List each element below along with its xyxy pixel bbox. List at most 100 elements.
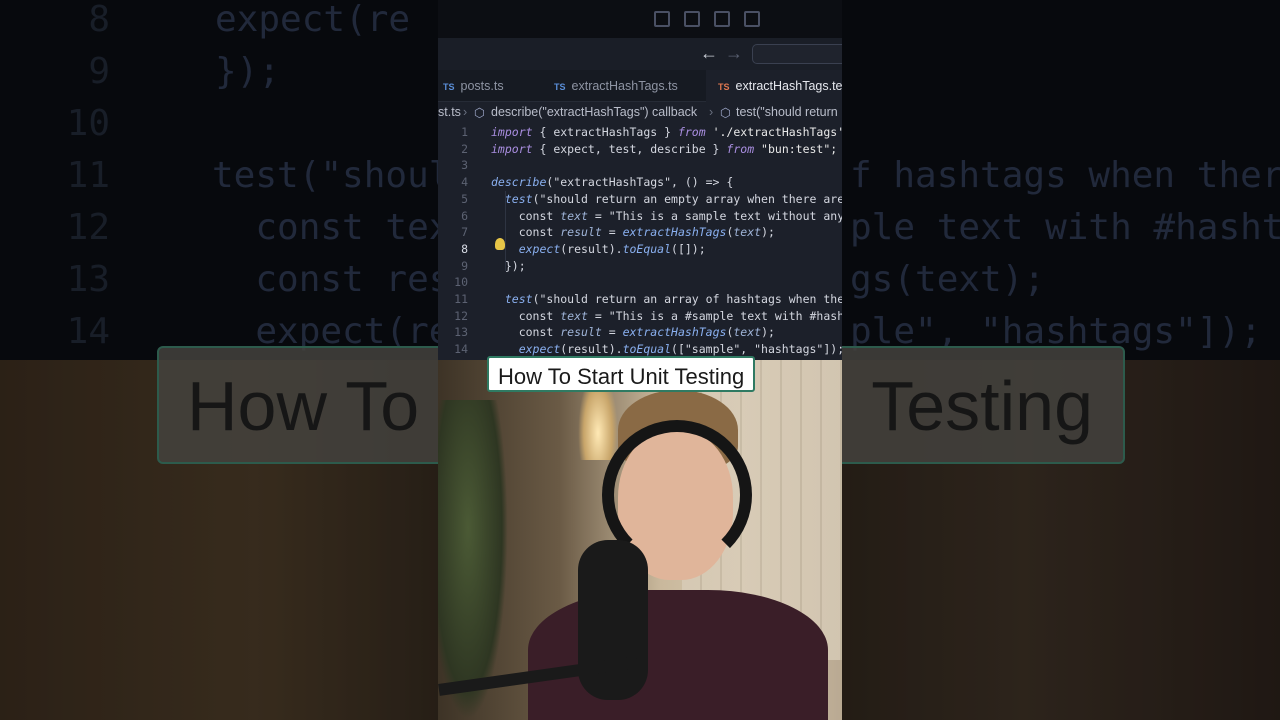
webcam-video bbox=[438, 360, 842, 720]
code-token: text bbox=[560, 208, 588, 223]
code-token: const bbox=[491, 208, 561, 223]
code-line[interactable]: 12 const text = "This is a #sample text … bbox=[438, 309, 842, 326]
code-line[interactable]: 11 test("should return an array of hasht… bbox=[438, 292, 842, 309]
code-line[interactable]: 6 const text = "This is a sample text wi… bbox=[438, 209, 842, 226]
plaid-shirt bbox=[528, 590, 828, 720]
line-number: 12 bbox=[454, 308, 468, 323]
line-number: 5 bbox=[461, 191, 468, 206]
code-text: const result = extractHashTags(text); bbox=[491, 325, 775, 339]
breadcrumb-describe[interactable]: describe("extractHashTags") callback bbox=[491, 105, 697, 119]
back-arrow-icon[interactable]: ← bbox=[700, 43, 718, 64]
code-token: { expect, test, describe } bbox=[532, 141, 727, 156]
code-text: describe("extractHashTags", () => { bbox=[491, 175, 733, 189]
editor-title-bar bbox=[438, 0, 842, 38]
line-number: 7 bbox=[461, 225, 468, 240]
code-token: describe bbox=[491, 175, 547, 190]
line-number: 3 bbox=[461, 158, 468, 173]
line-number: 2 bbox=[461, 141, 468, 156]
typescript-icon: TS bbox=[443, 82, 455, 92]
code-token: { extractHashTags } bbox=[532, 125, 678, 139]
symbol-method-icon: ⬡ bbox=[474, 106, 485, 120]
code-line[interactable]: 4 describe("extractHashTags", () => { bbox=[438, 175, 842, 192]
code-token: expect bbox=[518, 241, 561, 256]
code-token: result bbox=[560, 225, 602, 240]
code-line[interactable]: 5 test("should return an empty array whe… bbox=[438, 192, 842, 209]
chevron-right-icon: › bbox=[709, 105, 714, 119]
typescript-icon: TS bbox=[718, 82, 730, 92]
video-frame: 8 expect(re 9}); 10 11 test("shoul f hashtags … bbox=[0, 0, 1280, 720]
code-line[interactable]: 9 }); bbox=[438, 259, 842, 276]
typescript-icon: TS bbox=[554, 82, 566, 92]
code-token: (["sample", "hashtags"]); bbox=[671, 342, 842, 357]
code-token: (result). bbox=[560, 241, 623, 256]
code-text: import { extractHashTags } from './extra… bbox=[491, 125, 842, 139]
line-number: 10 bbox=[454, 275, 468, 290]
code-line[interactable]: 13 const result = extractHashTags(text); bbox=[438, 325, 842, 342]
code-token: (result). bbox=[560, 342, 623, 357]
tab-label: posts.ts bbox=[460, 79, 504, 93]
code-token: = bbox=[601, 325, 623, 340]
tab-posts[interactable]: TS posts.ts bbox=[443, 70, 548, 102]
line-number: 1 bbox=[461, 125, 468, 139]
code-token: ); bbox=[761, 225, 775, 240]
code-line[interactable]: 3 bbox=[438, 158, 842, 175]
breadcrumb: st.ts › ⬡ describe("extractHashTags") ca… bbox=[438, 102, 842, 122]
code-token: "bun:test"; bbox=[754, 141, 838, 156]
customize-layout-icon[interactable] bbox=[744, 11, 760, 27]
line-number: 6 bbox=[461, 208, 468, 223]
code-token: './extractHashTags'; bbox=[705, 125, 842, 139]
code-text: const text = "This is a sample text with… bbox=[491, 209, 842, 223]
forward-arrow-icon[interactable]: → bbox=[725, 43, 743, 64]
code-token: text bbox=[733, 325, 762, 340]
toggle-secondary-sidebar-icon[interactable] bbox=[714, 11, 730, 27]
code-token: result bbox=[560, 325, 602, 340]
code-text: test("should return an empty array when … bbox=[491, 192, 842, 206]
code-token: ("extractHashTags", () => { bbox=[546, 175, 734, 190]
code-token: }); bbox=[491, 258, 526, 273]
line-number: 8 bbox=[461, 241, 468, 256]
code-editor[interactable]: 1 import { extractHashTags } from './extr… bbox=[438, 122, 842, 360]
code-line[interactable]: 10 bbox=[438, 275, 842, 292]
line-number: 13 bbox=[454, 325, 468, 340]
code-token: ("should return an array of hashtags whe… bbox=[532, 292, 842, 306]
code-line[interactable]: 7 const result = extractHashTags(text); bbox=[438, 225, 842, 242]
tab-extract-hash-tags-test[interactable]: TS extractHashTags.te bbox=[706, 70, 842, 102]
code-token: = "This is a sample text without any h bbox=[587, 208, 842, 223]
code-token: test bbox=[504, 292, 533, 306]
code-text: const text = "This is a #sample text wit… bbox=[491, 309, 842, 323]
code-line[interactable]: 2 import { expect, test, describe } from … bbox=[438, 142, 842, 159]
code-text: test("should return an array of hashtags… bbox=[491, 292, 842, 306]
code-token: from bbox=[726, 141, 755, 156]
editor-navigation-bar: ← → bbox=[438, 38, 842, 70]
code-text: expect(result).toEqual(["sample", "hasht… bbox=[491, 342, 842, 356]
code-token: const bbox=[491, 308, 561, 323]
code-line[interactable]: 8 expect(result).toEqual([]); bbox=[438, 242, 842, 259]
microphone bbox=[578, 540, 648, 700]
symbol-method-icon: ⬡ bbox=[720, 106, 731, 120]
chevron-right-icon: › bbox=[463, 105, 468, 119]
code-text: }); bbox=[491, 259, 526, 273]
toggle-panel-icon[interactable] bbox=[684, 11, 700, 27]
breadcrumb-test[interactable]: test("should return bbox=[736, 105, 838, 119]
code-token: ("should return an empty array when ther… bbox=[532, 191, 842, 206]
toggle-sidebar-icon[interactable] bbox=[654, 11, 670, 27]
tab-extract-hash-tags[interactable]: TS extractHashTags.ts bbox=[554, 70, 704, 102]
tab-label: extractHashTags.ts bbox=[571, 79, 678, 93]
breadcrumb-file[interactable]: st.ts bbox=[438, 105, 461, 119]
layout-controls bbox=[654, 11, 760, 27]
code-token: const bbox=[491, 225, 561, 240]
code-line[interactable]: 1 import { extractHashTags } from './extr… bbox=[438, 125, 842, 142]
code-token: text bbox=[733, 225, 762, 240]
code-token: = "This is a #sample text with #hashta bbox=[587, 308, 842, 323]
line-number: 4 bbox=[461, 175, 468, 190]
line-number: 11 bbox=[454, 292, 468, 306]
code-token: import bbox=[491, 125, 533, 139]
tab-label: extractHashTags.te bbox=[735, 79, 842, 93]
code-text: const result = extractHashTags(text); bbox=[491, 225, 775, 239]
command-center-search[interactable] bbox=[752, 44, 842, 64]
code-token: ); bbox=[761, 325, 775, 340]
code-token: expect bbox=[518, 342, 561, 357]
